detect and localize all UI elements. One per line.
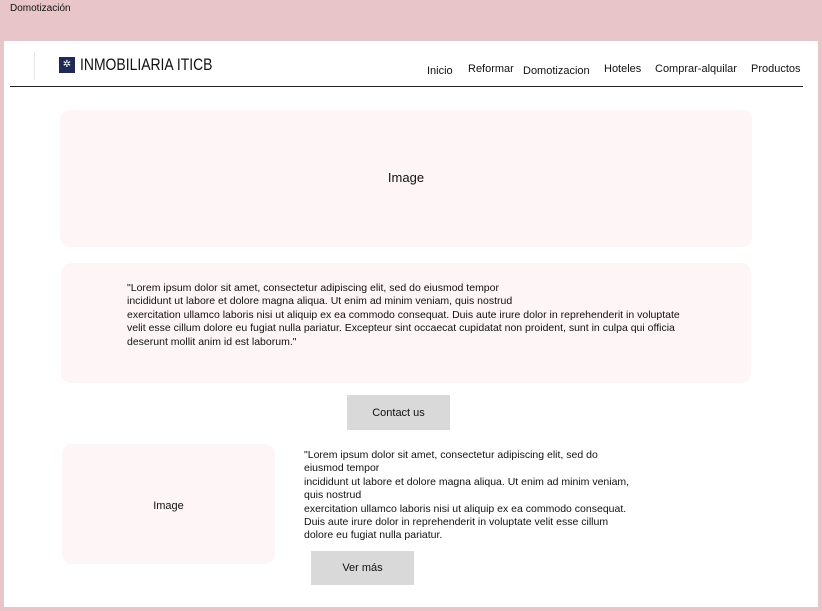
- contact-us-button[interactable]: Contact us: [347, 395, 450, 430]
- nav-item-domotizacion[interactable]: Domotizacion: [523, 65, 590, 77]
- feature-image-placeholder: Image: [62, 444, 275, 564]
- hero-image-label: Image: [387, 170, 425, 185]
- page-canvas: ✲ INMOBILIARIA ITICB Inicio Reformar Dom…: [4, 41, 818, 607]
- nav-item-inicio[interactable]: Inicio: [427, 65, 453, 77]
- nav-item-reformar[interactable]: Reformar: [468, 63, 514, 75]
- nav-item-productos[interactable]: Productos: [751, 63, 801, 75]
- intro-text: "Lorem ipsum dolor sit amet, consectetur…: [127, 282, 680, 348]
- nav-item-comprar-alquilar[interactable]: Comprar-alquilar: [655, 63, 737, 75]
- nav-item-hoteles[interactable]: Hoteles: [604, 63, 641, 75]
- header-underline: [10, 86, 803, 87]
- brand-name: INMOBILIARIA ITICB: [80, 55, 213, 74]
- feature-text: "Lorem ipsum dolor sit amet, consectetur…: [304, 449, 630, 542]
- frame-title: Domotización: [10, 3, 71, 14]
- feature-image-label: Image: [153, 500, 184, 512]
- ver-mas-button[interactable]: Ver más: [311, 551, 414, 585]
- hero-image-placeholder: Image: [60, 110, 752, 247]
- header-divider: [34, 52, 35, 80]
- logo-icon: ✲: [59, 57, 75, 73]
- brand-logo[interactable]: ✲ INMOBILIARIA ITICB: [59, 55, 242, 75]
